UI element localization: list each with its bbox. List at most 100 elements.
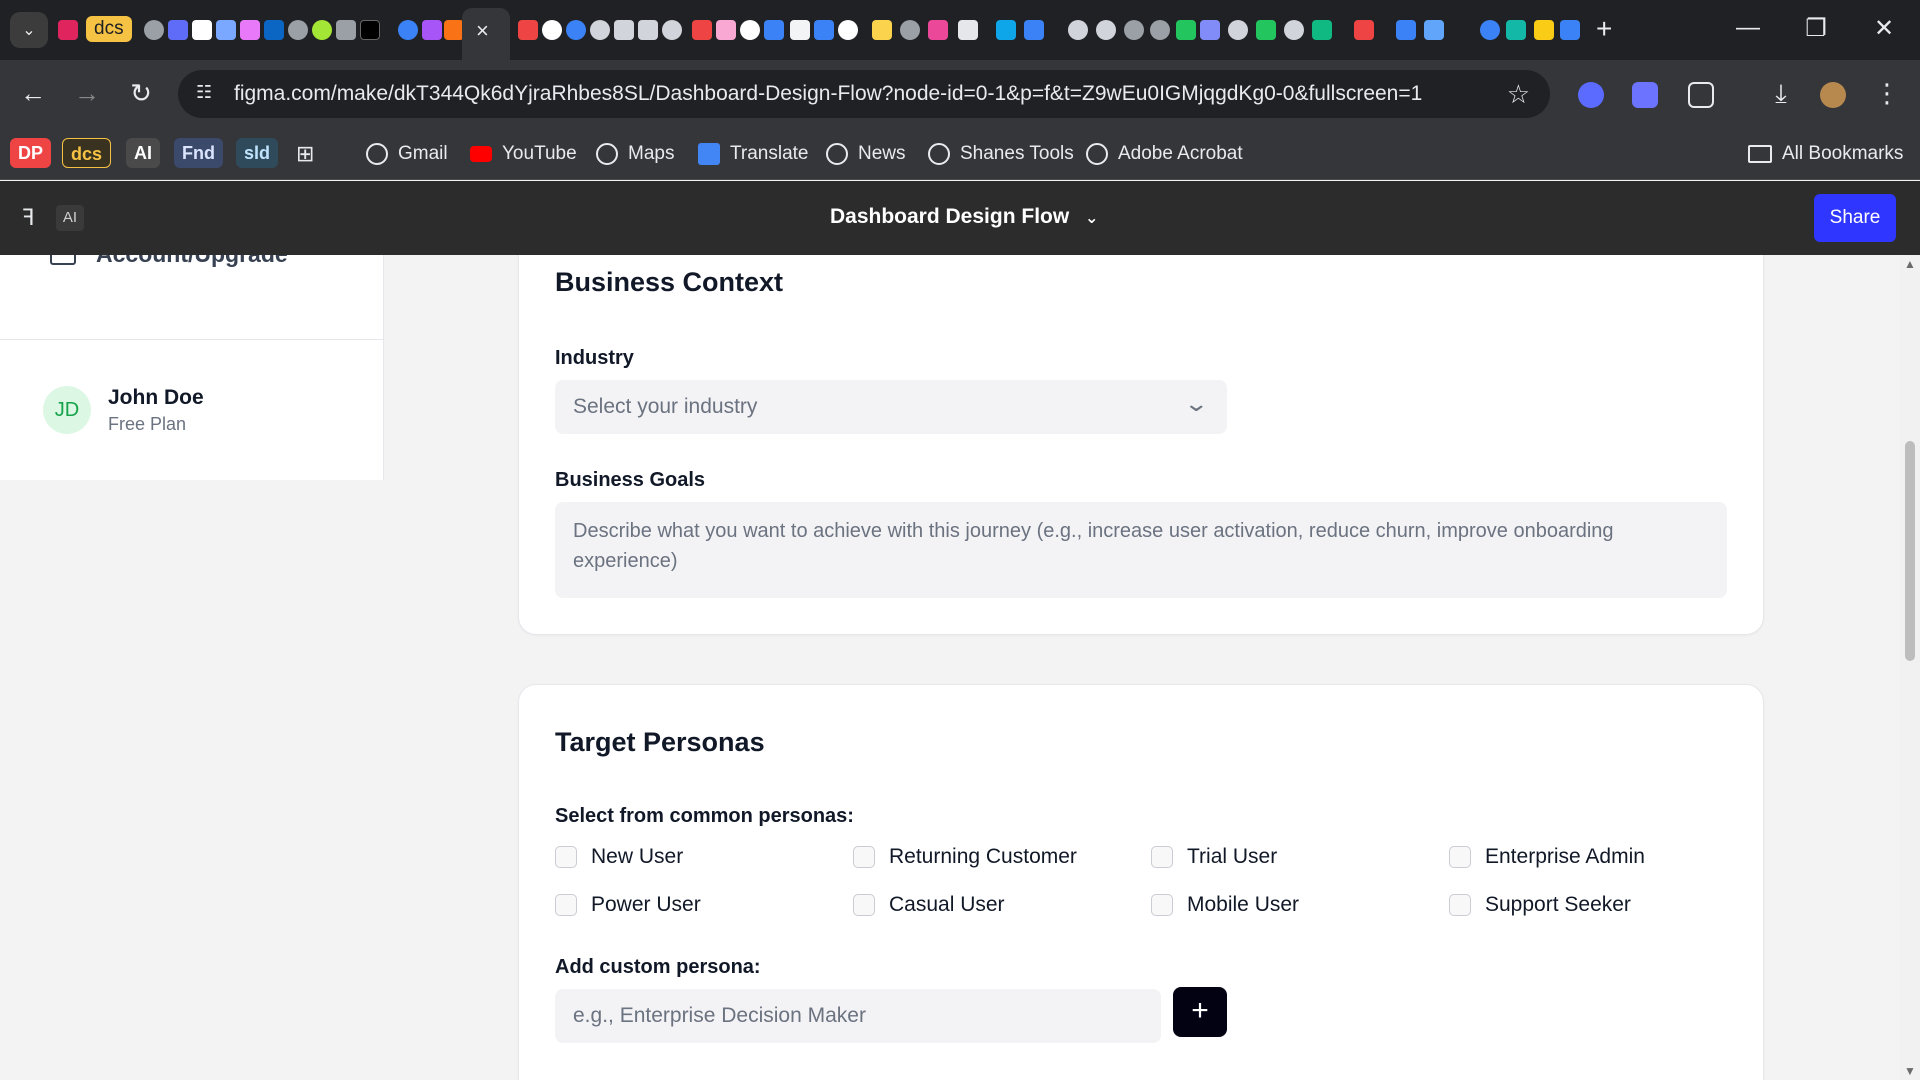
- extension-icon[interactable]: [1578, 82, 1604, 108]
- checkbox[interactable]: [853, 846, 875, 868]
- tab-favicon[interactable]: [1506, 20, 1526, 40]
- persona-checkbox-mobile-user[interactable]: Mobile User: [1151, 893, 1299, 917]
- apps-grid-icon[interactable]: ⊞: [296, 138, 314, 170]
- bookmark-translate[interactable]: Translate: [698, 138, 809, 170]
- tab-favicon[interactable]: [288, 20, 308, 40]
- checkbox[interactable]: [1151, 846, 1173, 868]
- tab-favicon[interactable]: [216, 20, 236, 40]
- active-tab[interactable]: ×: [462, 8, 510, 60]
- figma-icon[interactable]: [422, 20, 442, 40]
- linkedin-icon[interactable]: [264, 20, 284, 40]
- reload-icon[interactable]: ↻: [124, 76, 158, 110]
- tab-favicon[interactable]: [764, 20, 784, 40]
- tab-favicon[interactable]: [614, 20, 634, 40]
- youtube-icon[interactable]: [518, 20, 538, 40]
- page-scrollbar[interactable]: ▲ ▼: [1900, 255, 1920, 1080]
- new-tab-button[interactable]: +: [1596, 13, 1612, 45]
- scroll-up-icon[interactable]: ▲: [1904, 257, 1916, 271]
- tab-favicon[interactable]: [144, 20, 164, 40]
- industry-select[interactable]: Select your industry ⌄: [555, 380, 1227, 434]
- github-icon[interactable]: [590, 20, 610, 40]
- business-goals-textarea[interactable]: Describe what you want to achieve with t…: [555, 502, 1727, 598]
- tab-favicon[interactable]: [1480, 20, 1500, 40]
- tab-favicon[interactable]: [958, 20, 978, 40]
- github-icon[interactable]: [1068, 20, 1088, 40]
- tab-favicon[interactable]: [716, 20, 736, 40]
- persona-checkbox-power-user[interactable]: Power User: [555, 893, 701, 917]
- checkbox[interactable]: [555, 894, 577, 916]
- tab-favicon[interactable]: [360, 20, 380, 40]
- extension-icon[interactable]: [1632, 82, 1658, 108]
- tab-favicon[interactable]: [1200, 20, 1220, 40]
- tab-favicon[interactable]: [566, 20, 586, 40]
- tab-favicon[interactable]: [1228, 20, 1248, 40]
- tab-favicon[interactable]: [790, 20, 810, 40]
- tab-favicon[interactable]: [1396, 20, 1416, 40]
- file-title[interactable]: Dashboard Design Flow ⌄: [830, 205, 1098, 229]
- browser-menu-icon[interactable]: ⋮: [1870, 76, 1904, 110]
- tab-favicon[interactable]: [872, 20, 892, 40]
- add-persona-button[interactable]: +: [1173, 987, 1227, 1037]
- custom-persona-input[interactable]: e.g., Enterprise Decision Maker: [555, 989, 1161, 1043]
- bookmark-chip[interactable]: dcs: [62, 138, 112, 168]
- bookmark-chip[interactable]: sld: [236, 138, 279, 168]
- checkbox[interactable]: [853, 894, 875, 916]
- google-icon[interactable]: [542, 20, 562, 40]
- bookmark-youtube[interactable]: YouTube: [470, 138, 577, 170]
- tab-favicon[interactable]: [692, 20, 712, 40]
- persona-checkbox-trial-user[interactable]: Trial User: [1151, 845, 1277, 869]
- tab-favicon[interactable]: [638, 20, 658, 40]
- pinned-tab-dcs[interactable]: dcs: [86, 16, 132, 42]
- close-window-icon[interactable]: ✕: [1864, 14, 1904, 43]
- bookmark-star-icon[interactable]: ☆: [1507, 79, 1530, 110]
- restore-icon[interactable]: ❐: [1796, 14, 1836, 43]
- figma-icon[interactable]: [444, 20, 464, 40]
- bookmark-gmail[interactable]: Gmail: [366, 138, 448, 170]
- figma-logo-icon[interactable]: ꟻ: [22, 205, 35, 231]
- tab-favicon[interactable]: [312, 20, 332, 40]
- checkbox[interactable]: [1151, 894, 1173, 916]
- bookmark-news[interactable]: News: [826, 138, 906, 170]
- tab-favicon[interactable]: [1312, 20, 1332, 40]
- bookmark-chip[interactable]: DP: [10, 138, 52, 168]
- tab-favicon[interactable]: [838, 20, 858, 40]
- persona-checkbox-casual-user[interactable]: Casual User: [853, 893, 1005, 917]
- tab-favicon[interactable]: [996, 20, 1016, 40]
- tab-favicon[interactable]: [240, 20, 260, 40]
- tab-favicon[interactable]: [928, 20, 948, 40]
- close-tab-icon[interactable]: ×: [476, 18, 489, 44]
- scrollbar-thumb[interactable]: [1905, 441, 1915, 661]
- back-arrow-icon[interactable]: ←: [16, 76, 50, 110]
- url-text[interactable]: figma.com/make/dkT344Qk6dYjraRhbes8SL/Da…: [234, 82, 1422, 106]
- profile-avatar[interactable]: [1820, 82, 1846, 108]
- persona-checkbox-returning-customer[interactable]: Returning Customer: [853, 845, 1077, 869]
- tab-favicon[interactable]: [168, 20, 188, 40]
- tab-favicon[interactable]: [900, 20, 920, 40]
- minimize-icon[interactable]: —: [1728, 14, 1768, 42]
- extensions-puzzle-icon[interactable]: [1688, 82, 1714, 108]
- persona-checkbox-support-seeker[interactable]: Support Seeker: [1449, 893, 1631, 917]
- tab-favicon[interactable]: [1284, 20, 1304, 40]
- tab-favicon[interactable]: [1024, 20, 1044, 40]
- tab-favicon[interactable]: [1354, 20, 1374, 40]
- checkbox[interactable]: [1449, 894, 1471, 916]
- all-bookmarks[interactable]: All Bookmarks: [1748, 138, 1903, 170]
- site-info-icon[interactable]: ☷: [196, 82, 220, 106]
- tab-favicon[interactable]: [1124, 20, 1144, 40]
- tab-favicon[interactable]: [192, 20, 212, 40]
- checkbox[interactable]: [555, 846, 577, 868]
- tab-favicon[interactable]: [1256, 20, 1276, 40]
- share-button[interactable]: Share: [1814, 194, 1896, 242]
- tab-favicon[interactable]: [398, 20, 418, 40]
- tab-favicon[interactable]: [1150, 20, 1170, 40]
- tab-favicon[interactable]: [814, 20, 834, 40]
- tab-search-chevron-down-icon[interactable]: ⌄: [10, 12, 48, 48]
- bookmark-chip[interactable]: Fnd: [174, 138, 223, 168]
- avatar[interactable]: JD: [43, 386, 91, 434]
- scroll-down-icon[interactable]: ▼: [1904, 1064, 1916, 1078]
- bookmark-chip[interactable]: AI: [126, 138, 160, 168]
- tab-favicon[interactable]: [1176, 20, 1196, 40]
- sidebar-item-account-upgrade[interactable]: Account/Upgrade: [50, 255, 288, 268]
- checkbox[interactable]: [1449, 846, 1471, 868]
- github-icon[interactable]: [662, 20, 682, 40]
